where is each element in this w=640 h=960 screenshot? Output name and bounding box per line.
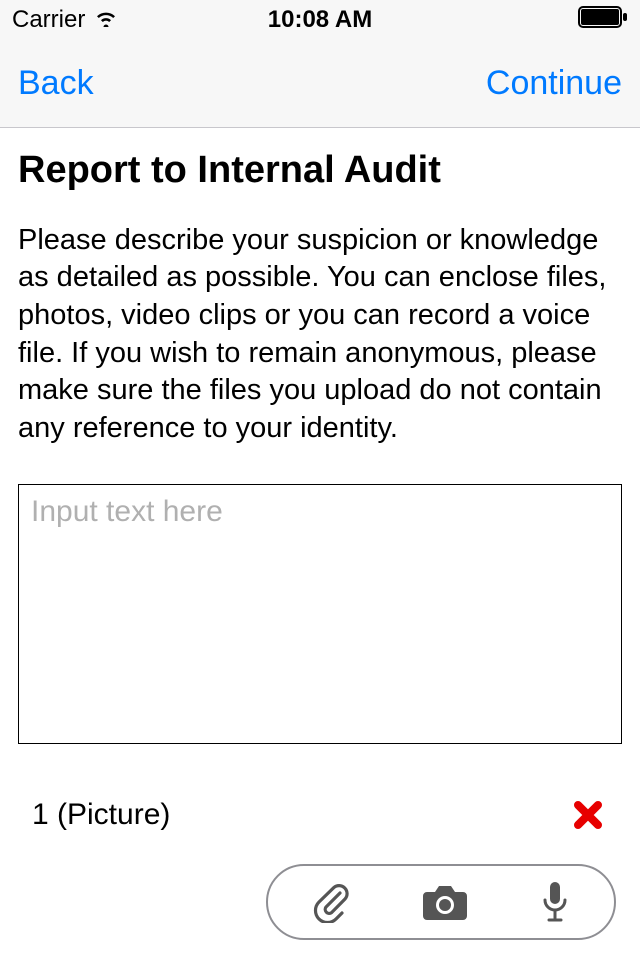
close-icon bbox=[572, 799, 604, 831]
paperclip-icon bbox=[312, 881, 350, 923]
page-description: Please describe your suspicion or knowle… bbox=[18, 222, 622, 448]
camera-icon bbox=[420, 882, 470, 922]
attachment-row: 1 (Picture) bbox=[18, 749, 622, 835]
nav-bar: Back Continue bbox=[0, 40, 640, 128]
status-time: 10:08 AM bbox=[268, 6, 372, 34]
continue-button[interactable]: Continue bbox=[486, 64, 622, 103]
status-bar: Carrier 10:08 AM bbox=[0, 0, 640, 40]
back-button[interactable]: Back bbox=[18, 64, 94, 103]
page-title: Report to Internal Audit bbox=[18, 148, 622, 194]
attachment-toolbar bbox=[266, 864, 616, 940]
report-textarea[interactable] bbox=[18, 484, 622, 744]
microphone-icon bbox=[540, 880, 570, 924]
status-left: Carrier bbox=[12, 6, 119, 34]
remove-attachment-button[interactable] bbox=[568, 795, 608, 835]
camera-button[interactable] bbox=[420, 882, 470, 922]
status-right bbox=[578, 6, 628, 35]
carrier-label: Carrier bbox=[12, 6, 85, 34]
attachment-label: 1 (Picture) bbox=[32, 798, 170, 832]
battery-icon bbox=[578, 6, 628, 35]
content: Report to Internal Audit Please describe… bbox=[0, 128, 640, 835]
wifi-icon bbox=[93, 6, 119, 34]
microphone-button[interactable] bbox=[540, 880, 570, 924]
attach-file-button[interactable] bbox=[312, 881, 350, 923]
